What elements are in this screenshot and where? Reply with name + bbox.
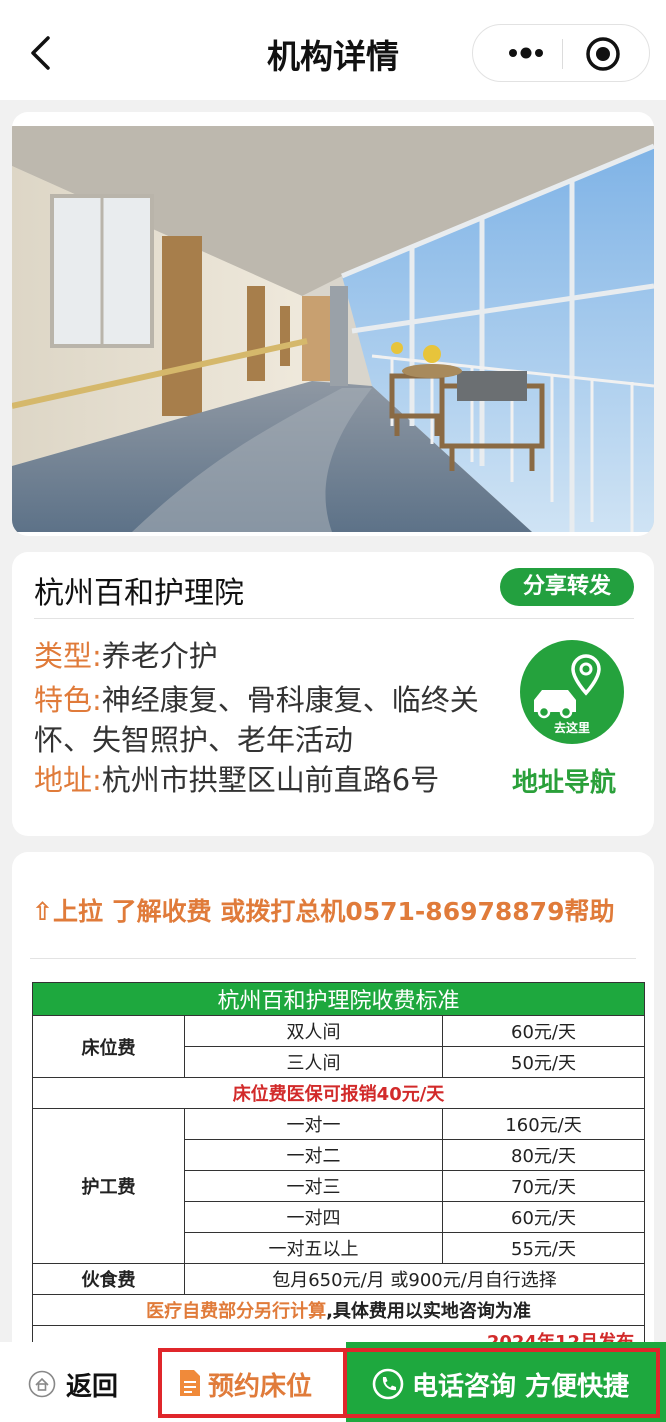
more-dots-icon[interactable] xyxy=(491,25,561,81)
medical-note-black: ,具体费用以实地咨询为准 xyxy=(326,1301,531,1322)
go-here-text: 去这里 xyxy=(554,720,590,735)
table-row: 床位费医保可报销40元/天 xyxy=(31,1077,646,1109)
address-navigation-link[interactable]: 地址导航 xyxy=(512,762,616,799)
table-cell: 一对二 xyxy=(184,1139,443,1171)
table-row: 医疗自费部分另行计算,具体费用以实地咨询为准 xyxy=(31,1294,646,1326)
divider xyxy=(30,958,636,959)
table-cell: 一对四 xyxy=(184,1201,443,1233)
reserve-bed-button[interactable]: 预约床位 xyxy=(162,1348,348,1416)
table-cell: 一对一 xyxy=(184,1108,443,1140)
table-cell: 双人间 xyxy=(184,1015,443,1047)
type-label: 类型: xyxy=(34,639,102,673)
mini-program-capsule xyxy=(472,24,650,82)
bottom-action-bar: 返回 预约床位 电话咨询 方便快捷 xyxy=(0,1342,666,1422)
call-label: 电话咨询 方便快捷 xyxy=(412,1372,630,1402)
institution-info-card: 杭州百和护理院 分享转发 类型:养老介护 特色:神经康复、骨科康复、临终关怀、失… xyxy=(12,552,654,836)
fee-table: 杭州百和护理院收费标准 床位费 双人间 60元/天 三人间 50元/天 床位费医… xyxy=(31,982,646,1357)
care-fee-label: 护工费 xyxy=(32,1108,185,1264)
table-row: 护工费 一对一 160元/天 xyxy=(32,1108,646,1264)
bed-fee-label: 床位费 xyxy=(32,1015,185,1078)
close-target-icon[interactable] xyxy=(585,36,621,72)
table-cell: 一对三 xyxy=(184,1170,443,1202)
address-label: 地址: xyxy=(34,763,102,797)
phone-consult-button[interactable]: 电话咨询 方便快捷 xyxy=(346,1342,666,1422)
fee-card: ⇧上拉 了解收费 或拨打总机0571-86978879帮助 杭州百和护理院收费标… xyxy=(12,852,654,1422)
address-value: 杭州市拱墅区山前直路6号 xyxy=(101,763,440,797)
banner-card xyxy=(12,112,654,536)
table-cell: 160元/天 xyxy=(441,1108,646,1140)
reserve-label: 预约床位 xyxy=(208,1372,313,1402)
table-row: 床位费 双人间 60元/天 xyxy=(32,1015,646,1078)
fee-tip-text: ⇧上拉 了解收费 或拨打总机0571-86978879帮助 xyxy=(32,897,615,926)
feature-row: 特色:神经康复、骨科康复、临终关怀、失智照护、老年活动 xyxy=(34,680,520,760)
type-row: 类型:养老介护 xyxy=(34,636,218,676)
table-cell: 一对五以上 xyxy=(184,1232,443,1264)
top-nav-bar: 机构详情 xyxy=(0,0,666,100)
institution-name: 杭州百和护理院 xyxy=(34,576,244,611)
capsule-divider xyxy=(562,39,563,69)
document-icon xyxy=(180,1370,200,1396)
car-location-icon[interactable]: 去这里 xyxy=(520,640,624,744)
meal-fee-label: 伙食费 xyxy=(32,1263,185,1295)
banner-image[interactable] xyxy=(12,126,654,532)
meal-fee-value: 包月650元/月 或900元/月自行选择 xyxy=(183,1263,646,1295)
medical-note: 医疗自费部分另行计算,具体费用以实地咨询为准 xyxy=(31,1294,646,1326)
feature-label: 特色: xyxy=(34,683,102,717)
table-row: 杭州百和护理院收费标准 xyxy=(31,982,646,1016)
share-button[interactable]: 分享转发 xyxy=(500,568,634,606)
medical-note-orange: 医疗自费部分另行计算 xyxy=(146,1301,327,1322)
home-icon xyxy=(28,1370,56,1398)
table-cell: 60元/天 xyxy=(441,1201,646,1233)
table-cell: 60元/天 xyxy=(441,1015,646,1047)
insurance-note: 床位费医保可报销40元/天 xyxy=(31,1077,646,1109)
back-label: 返回 xyxy=(66,1371,119,1402)
table-cell: 50元/天 xyxy=(441,1046,646,1078)
table-cell: 80元/天 xyxy=(441,1139,646,1171)
phone-icon xyxy=(372,1368,404,1400)
table-cell: 三人间 xyxy=(184,1046,443,1078)
table-cell: 70元/天 xyxy=(441,1170,646,1202)
type-value: 养老介护 xyxy=(101,639,218,673)
table-row: 伙食费 包月650元/月 或900元/月自行选择 xyxy=(32,1263,646,1295)
table-cell: 55元/天 xyxy=(441,1232,646,1264)
back-home-button[interactable]: 返回 xyxy=(28,1366,118,1402)
fee-table-title: 杭州百和护理院收费标准 xyxy=(31,982,646,1016)
divider xyxy=(34,618,634,619)
address-row: 地址:杭州市拱墅区山前直路6号 xyxy=(34,760,439,800)
